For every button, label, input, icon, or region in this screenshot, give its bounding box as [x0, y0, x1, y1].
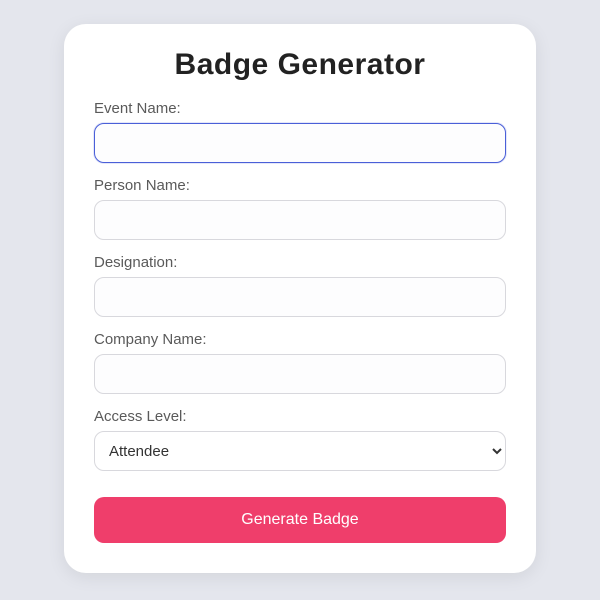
designation-label: Designation:	[94, 254, 506, 271]
company-name-input[interactable]	[94, 354, 506, 394]
company-name-label: Company Name:	[94, 331, 506, 348]
page-title: Badge Generator	[94, 48, 506, 82]
person-name-label: Person Name:	[94, 177, 506, 194]
person-name-field: Person Name:	[94, 177, 506, 240]
access-level-label: Access Level:	[94, 408, 506, 425]
access-level-field: Access Level: Attendee	[94, 408, 506, 471]
company-name-field: Company Name:	[94, 331, 506, 394]
event-name-field: Event Name:	[94, 100, 506, 163]
generate-badge-button[interactable]: Generate Badge	[94, 497, 506, 543]
event-name-input[interactable]	[94, 123, 506, 163]
person-name-input[interactable]	[94, 200, 506, 240]
designation-field: Designation:	[94, 254, 506, 317]
access-level-select[interactable]: Attendee	[94, 431, 506, 471]
designation-input[interactable]	[94, 277, 506, 317]
badge-generator-card: Badge Generator Event Name: Person Name:…	[64, 24, 536, 573]
event-name-label: Event Name:	[94, 100, 506, 117]
